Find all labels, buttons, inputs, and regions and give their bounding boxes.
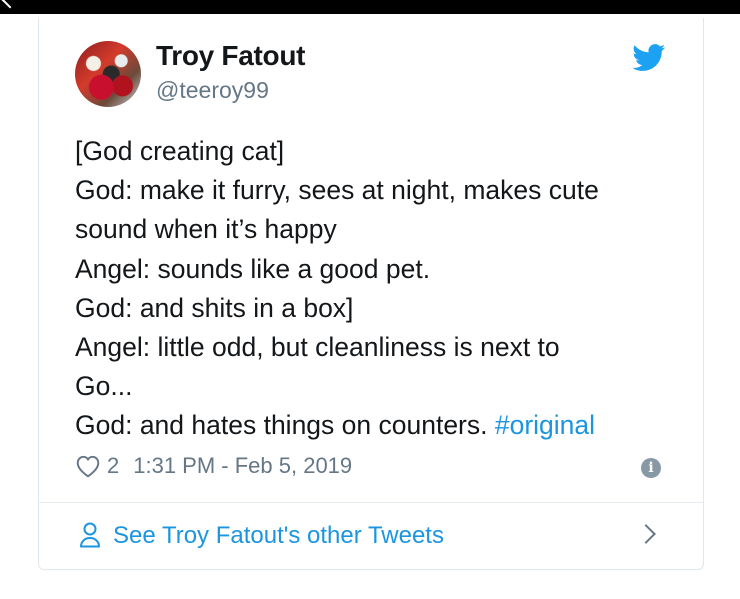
tweet-line: Angel: sounds like a good pet. — [75, 253, 431, 284]
chevron-right-icon[interactable] — [636, 524, 656, 544]
tweet-line: God: make it furry, sees at night, makes… — [75, 175, 599, 206]
tweet-text: [God creating cat] God: make it furry, s… — [75, 132, 675, 446]
tweet-line: Go... — [75, 371, 133, 402]
tweet-line: [God creating cat] — [75, 136, 285, 166]
see-other-tweets-link[interactable]: See Troy Fatout's other Tweets — [39, 503, 703, 569]
author-name[interactable]: Troy Fatout — [156, 40, 305, 72]
top-bar — [0, 0, 740, 14]
twitter-bird-icon[interactable] — [632, 44, 666, 72]
like-count[interactable]: 2 — [107, 453, 119, 479]
author-handle[interactable]: @teeroy99 — [156, 77, 269, 104]
tweet-line-last: God: and hates things on counters. #orig… — [75, 406, 675, 445]
back-chevron-icon[interactable] — [1, 0, 19, 9]
tweet-line: God: and shits in a box] — [75, 292, 354, 323]
timestamp[interactable]: 1:31 PM - Feb 5, 2019 — [133, 453, 352, 479]
see-other-tweets-label[interactable]: See Troy Fatout's other Tweets — [113, 522, 444, 550]
tweet-line: sound when it’s happy — [75, 214, 337, 245]
person-icon — [80, 522, 100, 548]
tweet-card: Troy Fatout @teeroy99 [God creating cat]… — [38, 18, 704, 570]
tweet-meta: 2 1:31 PM - Feb 5, 2019 — [75, 452, 352, 480]
avatar[interactable] — [75, 41, 141, 107]
tweet-line: Angel: little odd, but cleanliness is ne… — [75, 332, 560, 363]
heart-icon[interactable] — [75, 454, 101, 478]
tweet-line-text: God: and hates things on counters. — [75, 410, 495, 441]
hashtag-link[interactable]: #original — [495, 410, 595, 440]
info-icon[interactable]: i — [641, 458, 661, 478]
